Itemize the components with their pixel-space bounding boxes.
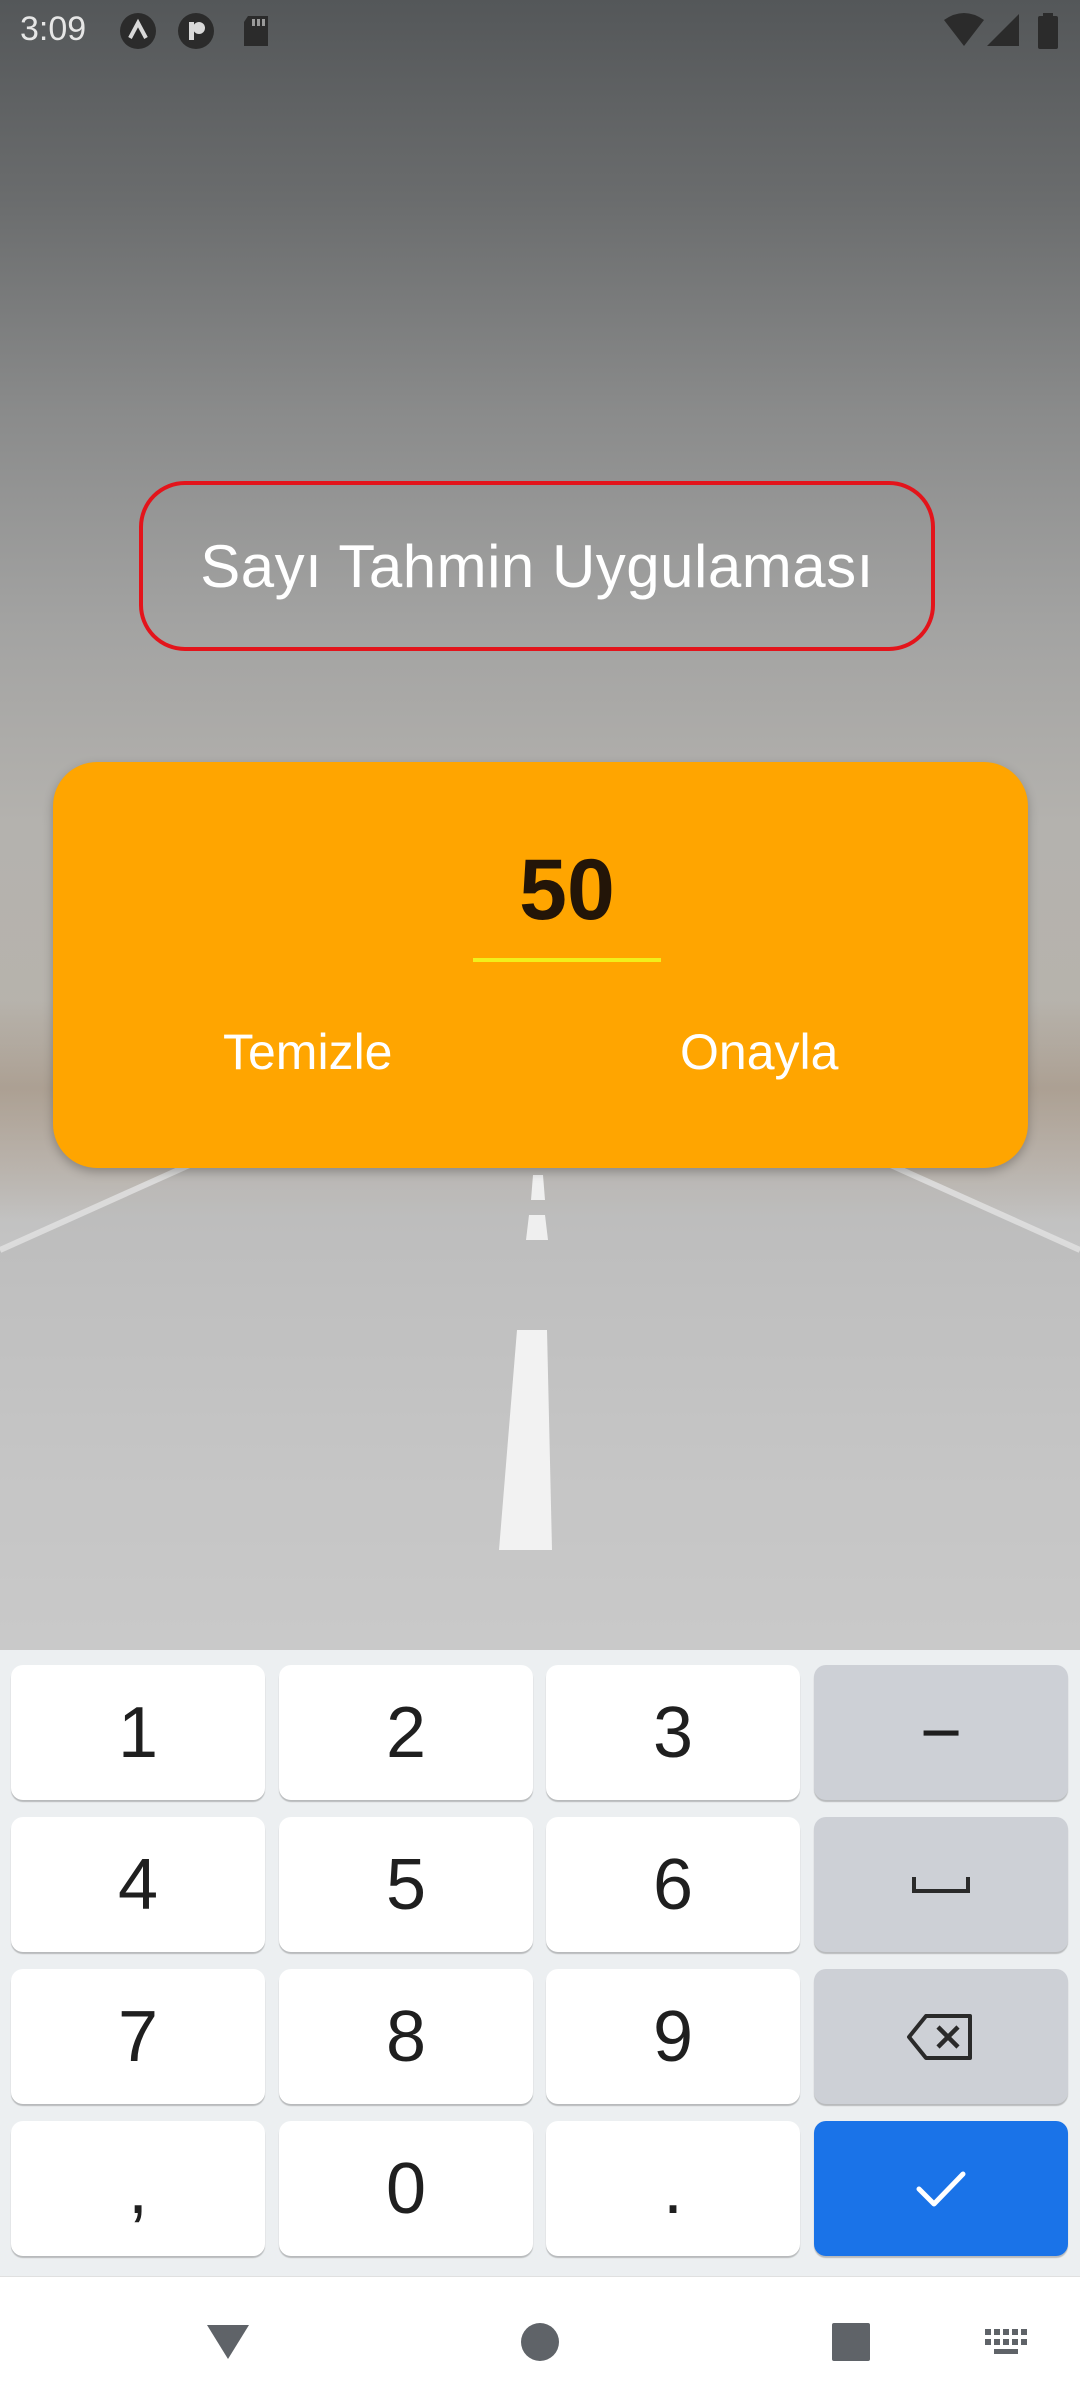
key-7[interactable]: 7 (11, 1969, 265, 2104)
key-9[interactable]: 9 (546, 1969, 800, 2104)
key-1[interactable]: 1 (11, 1665, 265, 1800)
app-title-box: Sayı Tahmin Uygulaması (139, 481, 935, 651)
key-8[interactable]: 8 (279, 1969, 533, 2104)
numeric-keyboard: 1 2 3 − 4 5 6 7 8 9 , 0 . (0, 1650, 1080, 2276)
key-5[interactable]: 5 (279, 1817, 533, 1952)
wifi-icon (944, 12, 984, 50)
keyboard-switch-button[interactable] (962, 2297, 1052, 2387)
key-0[interactable]: 0 (279, 2121, 533, 2256)
a-circle-icon (119, 12, 157, 50)
backspace-icon (907, 2013, 972, 2060)
key-minus[interactable]: − (814, 1665, 1068, 1800)
recents-button[interactable] (806, 2297, 896, 2387)
clear-button[interactable]: Temizle (213, 1012, 402, 1092)
key-backspace[interactable] (814, 1969, 1068, 2104)
status-time: 3:09 (20, 10, 87, 48)
check-icon (916, 2171, 966, 2206)
guess-card: Temizle Onayla (53, 762, 1028, 1168)
navigation-bar (0, 2276, 1080, 2401)
cell-signal-icon (985, 12, 1023, 50)
key-3[interactable]: 3 (546, 1665, 800, 1800)
key-space[interactable] (814, 1817, 1068, 1952)
key-period[interactable]: . (546, 2121, 800, 2256)
key-6[interactable]: 6 (546, 1817, 800, 1952)
guess-number-input[interactable] (473, 822, 661, 962)
p-circle-icon (177, 12, 215, 50)
home-button[interactable] (495, 2297, 585, 2387)
key-enter[interactable] (814, 2121, 1068, 2256)
back-button[interactable] (183, 2297, 273, 2387)
back-icon (207, 2325, 249, 2359)
app-title: Sayı Tahmin Uygulaması (200, 532, 874, 600)
key-4[interactable]: 4 (11, 1817, 265, 1952)
battery-icon (1036, 12, 1074, 50)
key-2[interactable]: 2 (279, 1665, 533, 1800)
space-icon (912, 1876, 970, 1893)
keyboard-switch-icon (985, 2329, 1027, 2354)
confirm-button[interactable]: Onayla (670, 1012, 848, 1092)
key-comma[interactable]: , (11, 2121, 265, 2256)
sd-card-icon (238, 12, 276, 50)
status-bar: 3:09 (0, 0, 1080, 62)
recents-icon (832, 2323, 870, 2361)
home-icon (521, 2323, 559, 2361)
